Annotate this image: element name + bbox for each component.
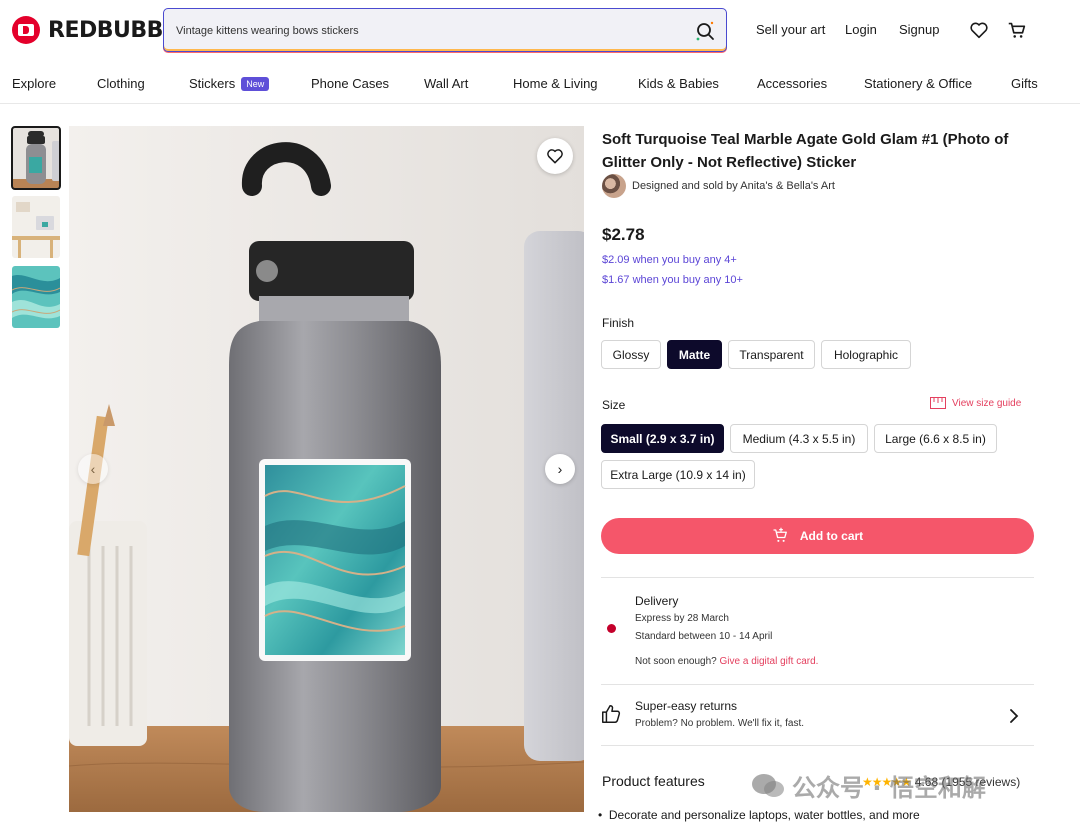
search-icon[interactable] xyxy=(694,20,716,42)
search-input[interactable] xyxy=(176,21,676,41)
add-to-cart-label: Add to cart xyxy=(799,529,864,543)
nav-item-phone-cases[interactable]: Phone Cases xyxy=(311,76,389,91)
feature-bullet: • Decorate and personalize laptops, wate… xyxy=(598,808,920,822)
nav-item-wall-art[interactable]: Wall Art xyxy=(424,76,468,91)
gift-card-link[interactable]: Give a digital gift card. xyxy=(720,656,819,667)
thumbnail-desk[interactable] xyxy=(12,196,60,258)
wechat-icon xyxy=(752,773,784,797)
product-main-image xyxy=(69,126,584,812)
finish-option-matte[interactable]: Matte xyxy=(667,340,722,369)
cart-icon[interactable] xyxy=(1006,19,1028,41)
heart-outline-icon xyxy=(547,149,563,164)
thumbs-up-icon xyxy=(602,705,621,723)
chevron-left-icon: ‹ xyxy=(90,461,96,477)
returns-heading: Super-easy returns xyxy=(635,699,738,713)
chevron-right-icon[interactable] xyxy=(1007,708,1021,724)
bottle-photo xyxy=(69,126,584,812)
finish-option-glossy[interactable]: Glossy xyxy=(601,340,661,369)
nav-item-explore[interactable]: Explore xyxy=(12,76,56,91)
nav-item-clothing[interactable]: Clothing xyxy=(97,76,145,91)
thumbnail-sticker-art[interactable] xyxy=(12,266,60,328)
bulk-price-4: $2.09 when you buy any 4+ xyxy=(602,254,737,266)
delivery-heading: Delivery xyxy=(635,594,679,608)
add-to-cart-button[interactable]: Add to cart xyxy=(601,518,1034,554)
thumbnail-sticker-art-image xyxy=(12,266,60,328)
rating-text: 4.68 (1955 reviews) xyxy=(914,775,1021,789)
product-title: Soft Turquoise Teal Marble Agate Gold Gl… xyxy=(602,131,1009,171)
sell-your-art-link[interactable]: Sell your art xyxy=(756,22,825,37)
nav-item-gifts[interactable]: Gifts xyxy=(1011,76,1038,91)
product-features-heading: Product features xyxy=(602,773,705,789)
size-option-large[interactable]: Large (6.6 x 8.5 in) xyxy=(874,424,997,453)
artist-credit[interactable]: Designed and sold by Anita's & Bella's A… xyxy=(602,174,835,198)
thumbnail-bottle-image xyxy=(12,127,60,189)
delivery-express: Express by 28 March xyxy=(635,613,729,624)
size-guide-label: View size guide xyxy=(952,397,1022,409)
rating-stars: ★★★★★ xyxy=(862,775,912,789)
new-badge: New xyxy=(241,77,270,91)
signup-link[interactable]: Signup xyxy=(899,22,939,37)
bulk-price-10: $1.67 when you buy any 10+ xyxy=(602,274,743,286)
size-option-small[interactable]: Small (2.9 x 3.7 in) xyxy=(601,424,724,453)
ruler-icon xyxy=(930,397,946,409)
site-header: REDBUBBLE Sell your art Login Signup xyxy=(0,0,1080,62)
size-option-medium[interactable]: Medium (4.3 x 5.5 in) xyxy=(730,424,868,453)
artist-avatar xyxy=(602,174,626,198)
nav-item-stationery-office[interactable]: Stationery & Office xyxy=(864,76,972,91)
prev-image-button[interactable]: ‹ xyxy=(78,454,108,484)
redbubble-logo-icon xyxy=(12,16,40,44)
category-nav: Explore Clothing Stickers New Phone Cases… xyxy=(0,62,1080,104)
delivery-standard: Standard between 10 - 14 April xyxy=(635,631,773,642)
cart-plus-icon xyxy=(773,527,787,542)
nav-item-stickers-label: Stickers xyxy=(189,76,236,91)
product-price: $2.78 xyxy=(602,225,645,244)
nav-item-accessories[interactable]: Accessories xyxy=(757,76,827,91)
favorite-button[interactable] xyxy=(537,138,573,174)
divider xyxy=(601,745,1034,746)
nav-item-home-living[interactable]: Home & Living xyxy=(513,76,598,91)
nav-item-kids-babies[interactable]: Kids & Babies xyxy=(638,76,719,91)
next-image-button[interactable]: › xyxy=(545,454,575,484)
artist-line: Designed and sold by Anita's & Bella's A… xyxy=(632,180,835,192)
divider xyxy=(601,684,1034,685)
finish-option-transparent[interactable]: Transparent xyxy=(728,340,815,369)
thumbnail-desk-image xyxy=(12,196,60,258)
size-guide-link[interactable]: View size guide xyxy=(930,397,1021,409)
chevron-right-icon: › xyxy=(557,461,563,477)
rating-summary[interactable]: ★★★★★ 4.68 (1955 reviews) xyxy=(862,775,1020,789)
size-option-extra-large[interactable]: Extra Large (10.9 x 14 in) xyxy=(601,460,755,489)
finish-option-holographic[interactable]: Holographic xyxy=(821,340,911,369)
size-label: Size xyxy=(602,398,626,412)
feature-bullet-text: Decorate and personalize laptops, water … xyxy=(608,808,920,822)
returns-text: Problem? No problem. We'll fix it, fast. xyxy=(635,718,805,729)
nav-item-stickers[interactable]: Stickers New xyxy=(189,76,270,91)
login-link[interactable]: Login xyxy=(845,22,877,37)
delivery-status-dot xyxy=(607,624,616,633)
not-soon-text: Not soon enough? xyxy=(635,656,717,667)
thumbnail-bottle[interactable] xyxy=(11,126,61,190)
heart-icon[interactable] xyxy=(968,19,990,41)
search-bar xyxy=(163,8,727,52)
delivery-not-soon: Not soon enough? Give a digital gift car… xyxy=(635,656,818,667)
finish-label: Finish xyxy=(602,316,635,330)
divider xyxy=(601,577,1034,578)
